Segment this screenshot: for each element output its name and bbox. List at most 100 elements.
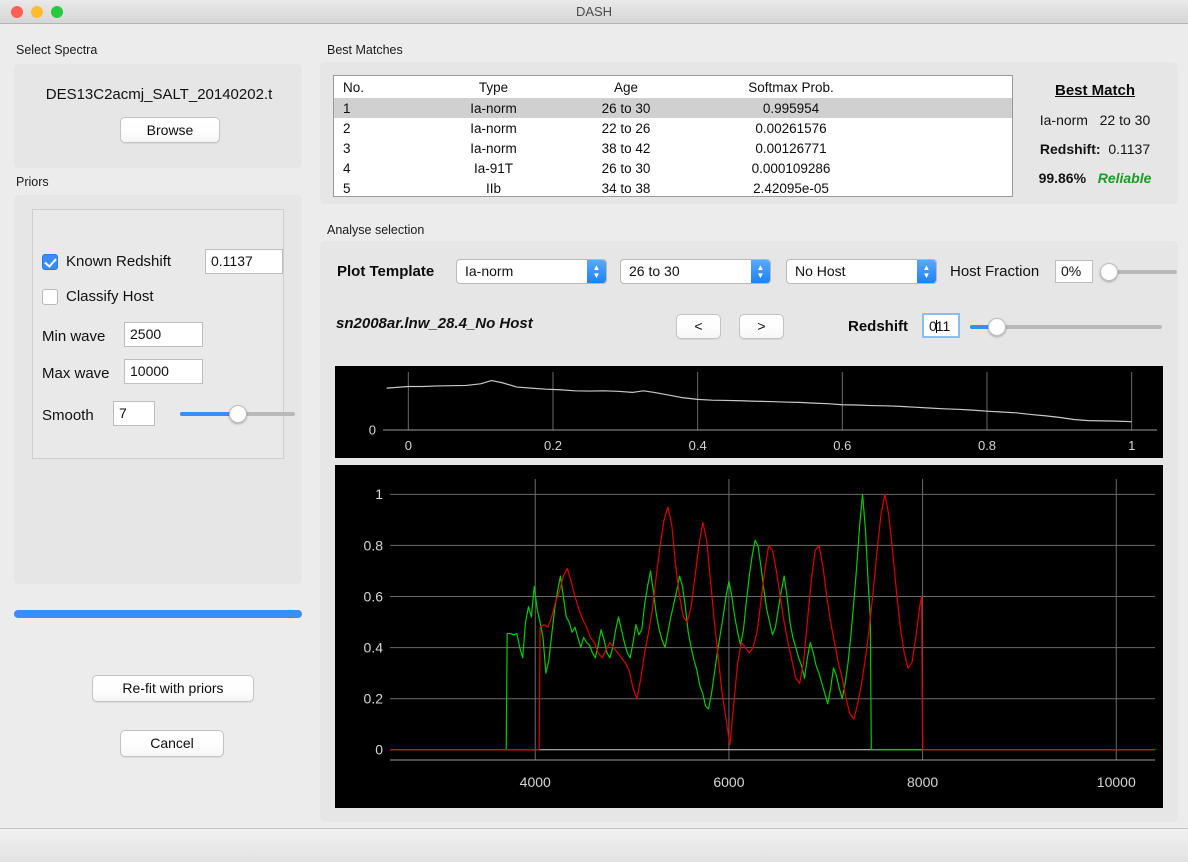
svg-text:0.2: 0.2 [544,438,562,453]
cell-type: IIb [485,180,501,196]
max-wave-label: Max wave [42,365,110,382]
priors-group-label: Priors [16,175,49,189]
template-type-dropdown[interactable]: Ia-norm ▲ ▼ [456,259,607,284]
cell-age: 26 to 30 [601,160,651,176]
svg-text:0.6: 0.6 [364,588,384,604]
cell-no: 5 [343,180,351,196]
priors-inner-frame: Known Redshift 0.1137 Classify Host Min … [32,209,295,459]
svg-text:0.8: 0.8 [364,537,384,553]
host-fraction-input[interactable]: 0% [1055,260,1093,283]
max-wave-input[interactable]: 10000 [124,359,203,384]
cell-type: Ia-norm [470,100,517,116]
select-spectra-group-label: Select Spectra [16,43,98,57]
cell-type: Ia-norm [470,140,517,156]
table-row[interactable]: 2 Ia-norm 22 to 26 0.00261576 [334,118,1012,138]
redshift-value-suffix: 11 [935,318,951,334]
svg-text:0.6: 0.6 [833,438,851,453]
refit-with-priors-button[interactable]: Re-fit with priors [92,675,254,702]
browse-button[interactable]: Browse [120,117,220,143]
cell-type: Ia-91T [473,160,514,176]
known-redshift-checkbox-row[interactable]: Known Redshift [42,253,171,270]
host-fraction-label: Host Fraction [950,263,1040,280]
analyse-selection-group-label: Analyse selection [327,223,425,237]
dash-application-window: DASH Select Spectra DES13C2acmj_SALT_201… [0,0,1188,862]
analyse-selection-panel: Plot Template Ia-norm ▲ ▼ 26 to 30 ▲ ▼ No … [320,241,1178,822]
chevron-updown-icon[interactable]: ▲ ▼ [917,260,936,283]
spectra-filename-label: DES13C2acmj_SALT_20140202.t [45,86,273,103]
cell-no: 4 [343,160,351,176]
svg-text:8000: 8000 [907,774,938,790]
best-match-type-age: Ia-norm 22 to 30 [1020,112,1170,128]
chevron-updown-icon[interactable]: ▲ ▼ [751,260,770,283]
next-template-button[interactable]: > [739,314,784,339]
known-redshift-checkbox[interactable] [42,253,58,270]
cell-prob: 0.00126771 [755,140,827,156]
plot-template-label: Plot Template [337,263,435,280]
redshift-slider[interactable] [970,318,1162,336]
table-row[interactable]: 5 IIb 34 to 38 2.42095e-05 [334,178,1012,196]
smooth-input[interactable]: 7 [113,401,155,426]
cell-age: 38 to 42 [601,140,651,156]
template-age-value: 26 to 30 [629,263,680,279]
redshift-slider-knob[interactable] [987,318,1006,336]
smooth-slider[interactable] [180,405,295,423]
svg-text:0.4: 0.4 [364,640,384,656]
host-fraction-slider[interactable] [1100,263,1177,281]
host-type-dropdown[interactable]: No Host ▲ ▼ [786,259,937,284]
classify-host-checkbox[interactable] [42,288,58,305]
best-match-type: Ia-norm [1039,112,1088,128]
table-row[interactable]: 3 Ia-norm 38 to 42 0.00126771 [334,138,1012,158]
redshift-input[interactable]: 011 [922,313,960,338]
select-spectra-panel: DES13C2acmj_SALT_20140202.t Browse [14,64,302,168]
window-titlebar: DASH [0,0,1188,24]
template-type-value: Ia-norm [465,263,514,279]
window-bottom-bar [0,828,1188,862]
best-matches-table[interactable]: No. Type Age Softmax Prob. 1 Ia-norm 26 … [333,75,1013,197]
template-age-dropdown[interactable]: 26 to 30 ▲ ▼ [620,259,771,284]
min-wave-input[interactable]: 2500 [124,322,203,347]
cell-age: 26 to 30 [601,100,651,116]
smooth-slider-knob[interactable] [228,405,247,423]
known-redshift-label: Known Redshift [66,253,172,270]
table-header-row: No. Type Age Softmax Prob. [334,76,1012,98]
template-name-label: sn2008ar.lnw_28.4_No Host [336,315,533,332]
redshift-crosscorrelation-chart: 0 0.2 0.4 0.6 0.8 1 0 [335,366,1163,458]
svg-text:0.2: 0.2 [364,691,384,707]
cell-no: 2 [343,120,351,136]
cell-no: 3 [343,140,351,156]
chevron-updown-icon[interactable]: ▲ ▼ [587,260,606,283]
cell-prob: 0.00261576 [755,120,827,136]
reliability-badge: Reliable [1097,170,1152,186]
smooth-label: Smooth [42,407,94,424]
svg-text:0: 0 [369,423,376,438]
svg-text:10000: 10000 [1097,774,1136,790]
best-match-confidence: 99.86% [1038,170,1087,186]
cell-no: 1 [343,100,351,116]
host-fraction-slider-knob[interactable] [1100,263,1118,281]
column-header-prob: Softmax Prob. [748,79,834,95]
svg-text:0: 0 [405,438,412,453]
best-match-age: 22 to 30 [1099,112,1151,128]
progress-bar [14,610,302,618]
best-match-redshift-label: Redshift: [1039,141,1101,157]
best-matches-group-label: Best Matches [327,43,403,57]
table-row[interactable]: 1 Ia-norm 26 to 30 0.995954 [334,98,1012,118]
svg-text:6000: 6000 [713,774,744,790]
best-matches-panel: No. Type Age Softmax Prob. 1 Ia-norm 26 … [320,62,1178,204]
svg-text:1: 1 [375,486,383,502]
known-redshift-input[interactable]: 0.1137 [205,249,283,274]
previous-template-button[interactable]: < [676,314,721,339]
cell-age: 34 to 38 [601,180,651,196]
cell-age: 22 to 26 [601,120,651,136]
table-row[interactable]: 4 Ia-91T 26 to 30 0.000109286 [334,158,1012,178]
cancel-button[interactable]: Cancel [120,730,224,757]
svg-text:0.4: 0.4 [689,438,707,453]
cell-prob: 2.42095e-05 [753,180,829,196]
redshift-label: Redshift [848,318,908,335]
svg-text:0.8: 0.8 [978,438,996,453]
cell-prob: 0.000109286 [751,160,831,176]
spectrum-comparison-chart: 4000 6000 8000 10000 0 0.2 0.4 0.6 0.8 1 [335,465,1163,808]
best-match-redshift-value: 0.1137 [1108,141,1151,157]
priors-panel: Known Redshift 0.1137 Classify Host Min … [14,195,302,757]
classify-host-checkbox-row[interactable]: Classify Host [42,288,154,305]
